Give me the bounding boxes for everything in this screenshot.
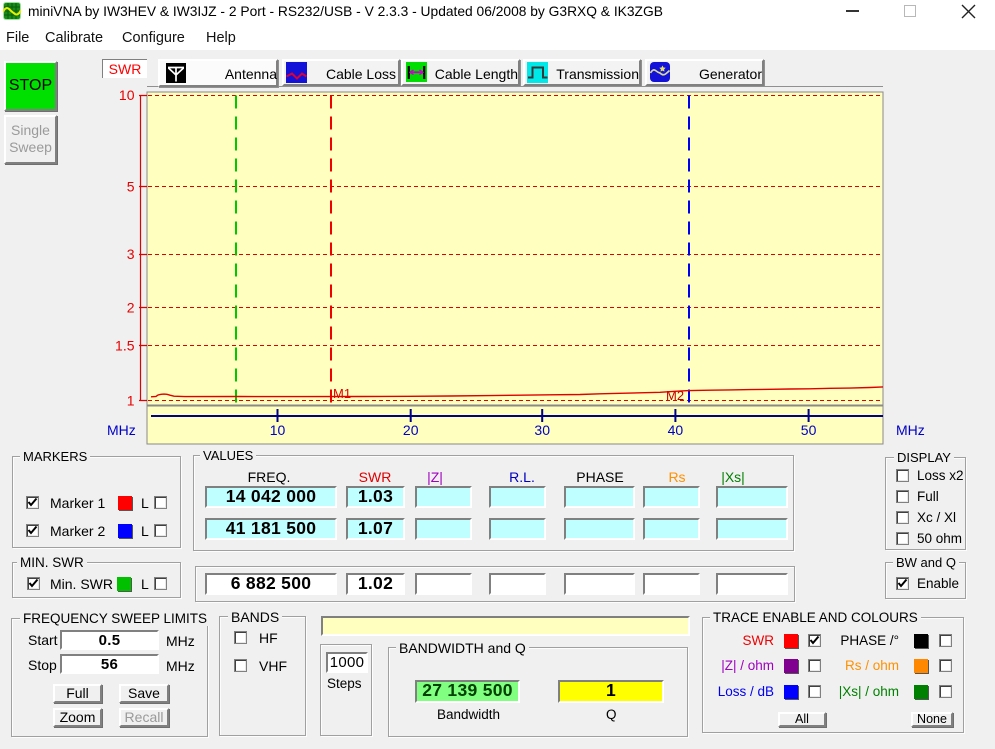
svg-text:M1: M1	[333, 386, 351, 401]
svg-text:5: 5	[127, 179, 135, 195]
svg-text:MHz: MHz	[896, 422, 925, 438]
svg-text:3: 3	[127, 246, 135, 262]
svg-text:MHz: MHz	[107, 422, 136, 438]
svg-text:2: 2	[127, 300, 135, 316]
svg-text:10: 10	[270, 422, 286, 438]
svg-text:1.5: 1.5	[115, 338, 135, 354]
svg-text:10: 10	[119, 88, 135, 103]
svg-text:1: 1	[127, 393, 135, 409]
svg-text:30: 30	[534, 422, 550, 438]
svg-text:M2: M2	[666, 388, 684, 403]
svg-text:50: 50	[801, 422, 817, 438]
svg-text:20: 20	[403, 422, 419, 438]
svg-text:40: 40	[668, 422, 684, 438]
